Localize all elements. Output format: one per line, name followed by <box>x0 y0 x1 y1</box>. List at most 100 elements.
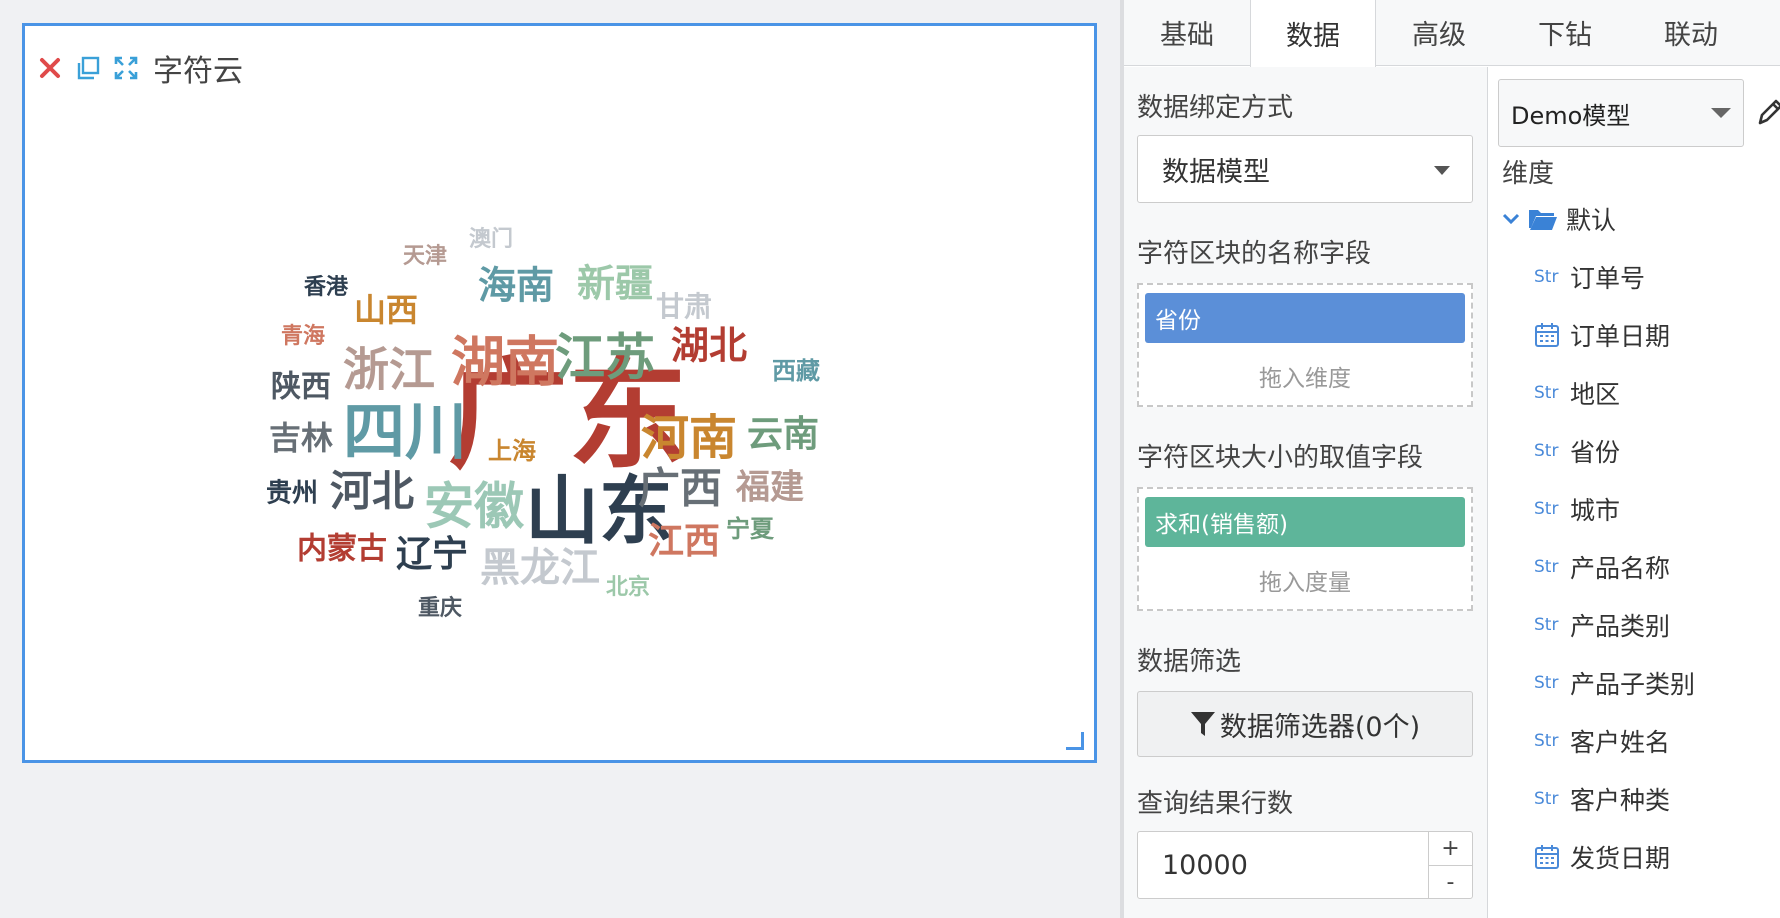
field-label: 产品名称 <box>1570 554 1671 583</box>
resize-handle[interactable] <box>1066 732 1084 750</box>
string-type-icon: Str <box>1534 383 1559 403</box>
name-field-pill[interactable]: 省份 <box>1145 293 1465 343</box>
filter-button-label: 数据筛选器(0个) <box>1219 711 1421 743</box>
folder-label: 默认 <box>1566 206 1617 235</box>
cloud-word: 江西 <box>648 521 720 562</box>
copy-icon[interactable] <box>73 53 103 83</box>
folder-default[interactable]: 默认 <box>1502 201 1616 237</box>
string-type-icon: Str <box>1534 499 1559 519</box>
model-select[interactable]: Demo模型 <box>1498 79 1744 147</box>
model-fields-column: Demo模型 维度 默认 Str 订单号 订单日期 Str 地区 Str 省份 Str 城市 St… <box>1488 67 1780 918</box>
field-label: 地区 <box>1570 380 1621 409</box>
calendar-icon <box>1535 323 1559 347</box>
wordcloud-widget[interactable]: 广东 山东 四川 湖南 江苏 河南 浙江 安徽 河北 广西 湖北 海南 新疆 云南 福建 江西 辽宁 黑龙江 陕西吉… <box>22 23 1097 763</box>
funnel-icon <box>1190 712 1215 736</box>
cloud-word: 陕西 <box>271 370 331 405</box>
field-item[interactable]: Str 订单号 <box>1534 259 1645 295</box>
tab-linkage[interactable]: 联动 <box>1628 0 1754 65</box>
field-item[interactable]: 发货日期 <box>1534 839 1670 875</box>
increment-button[interactable]: + <box>1429 832 1472 865</box>
cloud-word: 香港 <box>304 275 349 300</box>
string-type-icon: Str <box>1534 441 1559 461</box>
field-label: 发货日期 <box>1570 844 1671 873</box>
name-field-label: 字符区块的名称字段 <box>1137 239 1372 269</box>
string-type-icon: Str <box>1534 557 1559 577</box>
size-field-label: 字符区块大小的取值字段 <box>1137 443 1424 473</box>
rows-number-box: + - <box>1137 831 1473 899</box>
caret-down-icon <box>1711 108 1731 118</box>
filter-label: 数据筛选 <box>1137 647 1242 677</box>
size-field-dropzone[interactable]: 求和(销售额) 拖入度量 <box>1137 487 1473 611</box>
fullscreen-icon[interactable] <box>111 53 141 83</box>
widget-title: 字符云 <box>153 54 243 89</box>
field-item[interactable]: 订单日期 <box>1534 317 1670 353</box>
folder-open-icon <box>1529 210 1557 230</box>
property-panel: 基础 数据 高级 下钻 联动 数据绑定方式 数据模型 字符区块的名称字段 省份 … <box>1120 0 1780 918</box>
size-field-pill[interactable]: 求和(销售额) <box>1145 497 1465 547</box>
string-type-icon: Str <box>1534 673 1559 693</box>
tab-data[interactable]: 数据 <box>1250 0 1376 67</box>
cloud-word: 广西 <box>638 464 722 513</box>
field-label: 省份 <box>1570 438 1621 467</box>
tab-advanced[interactable]: 高级 <box>1376 0 1502 65</box>
cloud-word: 贵州 <box>266 479 318 509</box>
filter-button[interactable]: 数据筛选器(0个) <box>1137 691 1473 757</box>
cloud-word: 河北 <box>330 467 414 516</box>
field-item[interactable]: Str 城市 <box>1534 491 1620 527</box>
field-item[interactable]: Str 省份 <box>1534 433 1620 469</box>
field-label: 客户姓名 <box>1570 728 1671 757</box>
field-label: 产品子类别 <box>1570 670 1696 699</box>
cloud-word: 江苏 <box>555 329 655 387</box>
field-item[interactable]: Str 客户种类 <box>1534 781 1670 817</box>
string-type-icon: Str <box>1534 789 1559 809</box>
rows-label: 查询结果行数 <box>1137 789 1294 819</box>
field-item[interactable]: Str 地区 <box>1534 375 1620 411</box>
close-icon[interactable] <box>35 53 65 83</box>
tab-drilldown[interactable]: 下钻 <box>1502 0 1628 65</box>
calendar-icon <box>1535 845 1559 869</box>
tab-bar: 基础 数据 高级 下钻 联动 <box>1124 0 1780 67</box>
cloud-word: 上海 <box>488 437 536 465</box>
cloud-word: 浙江 <box>343 343 435 397</box>
cloud-word: 重庆 <box>418 595 462 621</box>
binding-label: 数据绑定方式 <box>1137 93 1294 123</box>
cloud-word: 安徽 <box>424 478 525 536</box>
string-type-icon: Str <box>1534 731 1559 751</box>
string-type-icon: Str <box>1534 267 1559 287</box>
field-label: 城市 <box>1570 496 1621 525</box>
cloud-word: 黑龙江 <box>480 545 600 591</box>
cloud-word: 湖南 <box>451 331 559 394</box>
cloud-word: 西藏 <box>772 357 820 385</box>
name-field-hint: 拖入维度 <box>1259 366 1351 392</box>
rows-input[interactable] <box>1138 832 1428 898</box>
cloud-word: 河南 <box>641 410 737 466</box>
size-field-hint: 拖入度量 <box>1259 570 1351 596</box>
cloud-word: 福建 <box>735 468 804 508</box>
pencil-icon[interactable] <box>1754 93 1780 133</box>
string-type-icon: Str <box>1534 615 1559 635</box>
dimension-label: 维度 <box>1502 159 1555 189</box>
name-field-dropzone[interactable]: 省份 拖入维度 <box>1137 283 1473 407</box>
cloud-word: 宁夏 <box>726 515 775 543</box>
field-item[interactable]: Str 产品类别 <box>1534 607 1670 643</box>
cloud-word: 澳门 <box>469 226 513 252</box>
tab-basic[interactable]: 基础 <box>1124 0 1250 65</box>
field-item[interactable]: Str 产品子类别 <box>1534 665 1695 701</box>
cloud-word: 新疆 <box>577 262 653 306</box>
binding-select-value: 数据模型 <box>1162 156 1270 188</box>
field-item[interactable]: Str 客户姓名 <box>1534 723 1670 759</box>
field-label: 客户种类 <box>1570 786 1671 815</box>
cloud-word: 海南 <box>478 264 554 308</box>
cloud-word: 辽宁 <box>396 534 468 575</box>
cloud-word: 云南 <box>747 414 819 455</box>
design-canvas: 广东 山东 四川 湖南 江苏 河南 浙江 安徽 河北 广西 湖北 海南 新疆 云南 福建 江西 辽宁 黑龙江 陕西吉… <box>0 0 1120 918</box>
cloud-word: 甘肃 <box>656 290 712 323</box>
field-item[interactable]: Str 产品名称 <box>1534 549 1670 585</box>
cloud-word: 内蒙古 <box>297 532 387 567</box>
decrement-button[interactable]: - <box>1429 865 1472 898</box>
widget-header: 字符云 <box>35 48 243 89</box>
binding-select[interactable]: 数据模型 <box>1137 135 1473 203</box>
field-label: 产品类别 <box>1570 612 1671 641</box>
cloud-word: 青海 <box>281 323 325 349</box>
cloud-word: 湖北 <box>671 324 747 368</box>
